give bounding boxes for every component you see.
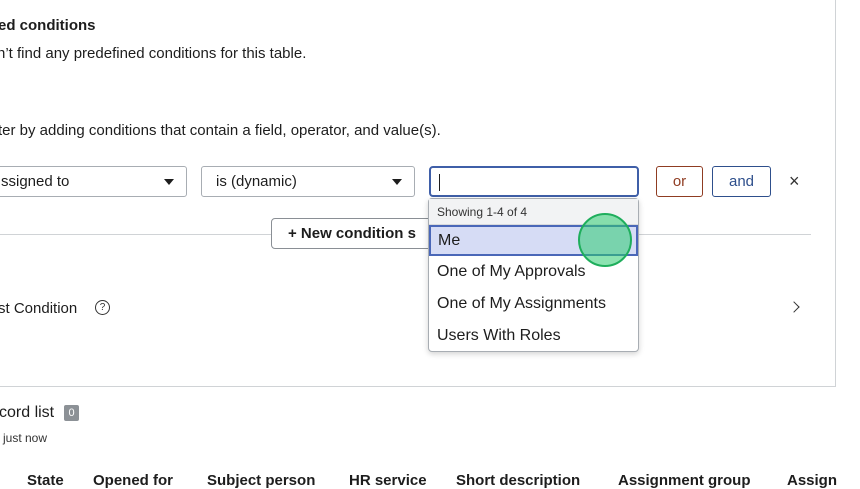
option-users-with-roles[interactable]: Users With Roles — [429, 321, 638, 352]
predefined-conditions-title: ed conditions — [0, 17, 96, 34]
record-list-updated: just now — [3, 431, 48, 445]
divider-left — [0, 234, 271, 235]
divider-right — [639, 234, 811, 235]
record-list-title: cord list — [0, 404, 55, 421]
or-button[interactable]: or — [656, 166, 703, 197]
new-condition-button[interactable]: + New condition s — [271, 218, 451, 249]
text-cursor — [439, 174, 440, 191]
operator-select-value: is (dynamic) — [216, 173, 297, 190]
record-count-badge: 0 — [64, 405, 79, 421]
conditions-instructions: ter by adding conditions that contain a … — [0, 122, 441, 139]
chevron-down-icon — [392, 179, 402, 185]
operator-select[interactable]: is (dynamic) — [201, 166, 415, 197]
and-button[interactable]: and — [712, 166, 771, 197]
field-select-value: ssigned to — [1, 173, 70, 190]
predefined-conditions-message: n’t find any predefined conditions for t… — [0, 45, 307, 62]
field-select[interactable]: ssigned to — [0, 166, 187, 197]
help-icon[interactable]: ? — [95, 300, 110, 315]
new-condition-label: + New condition s — [288, 225, 416, 242]
remove-condition-icon[interactable]: × — [789, 172, 800, 190]
value-input[interactable] — [429, 166, 639, 197]
list-condition-label: st Condition — [0, 300, 78, 317]
click-indicator — [578, 213, 632, 267]
chevron-down-icon — [164, 179, 174, 185]
option-one-of-my-assignments[interactable]: One of My Assignments — [429, 289, 638, 320]
